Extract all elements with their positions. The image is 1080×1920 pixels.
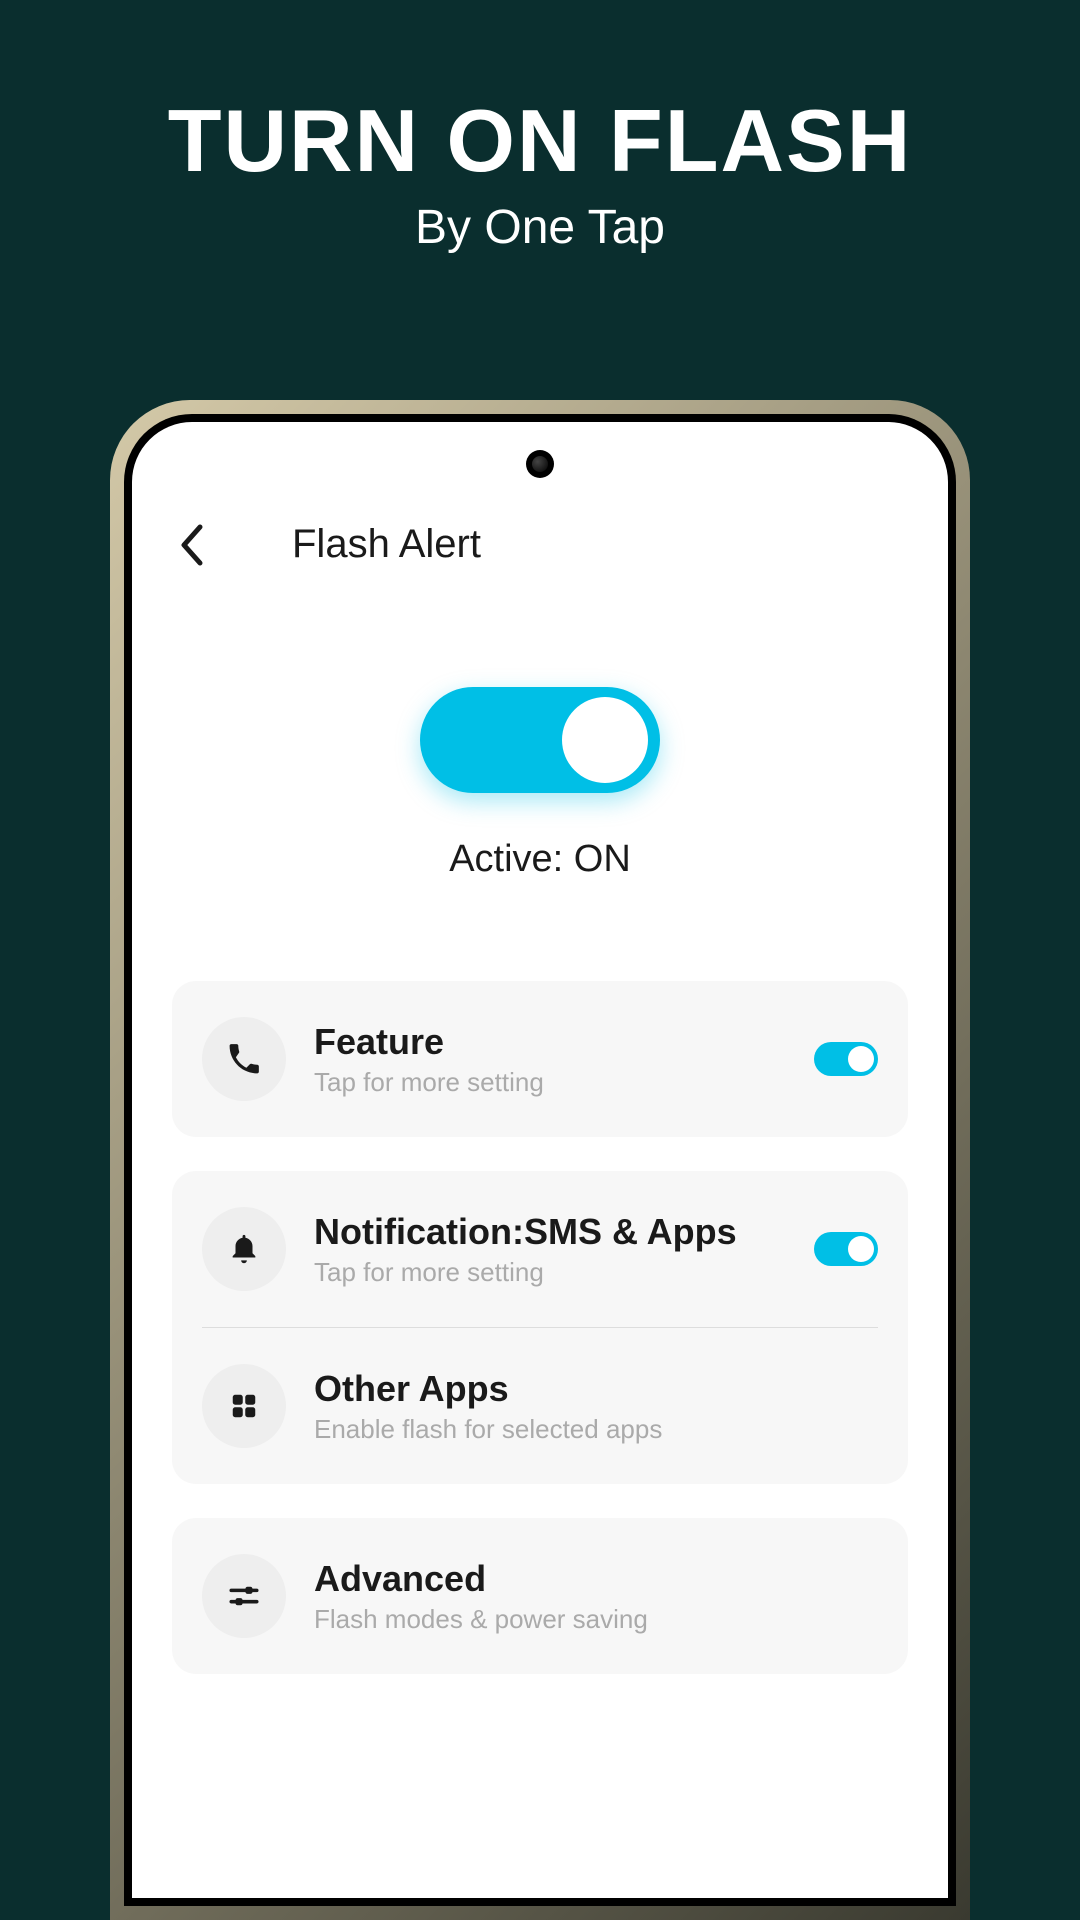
item-body: Notification:SMS & Apps Tap for more set… <box>314 1211 786 1288</box>
item-body: Feature Tap for more setting <box>314 1021 786 1098</box>
main-toggle[interactable] <box>420 687 660 793</box>
item-body: Other Apps Enable flash for selected app… <box>314 1368 878 1445</box>
item-title: Feature <box>314 1021 786 1063</box>
chevron-left-icon <box>178 523 206 567</box>
icon-circle <box>202 1017 286 1101</box>
phone-frame: Flash Alert Active: ON <box>110 400 970 1920</box>
page-title: Flash Alert <box>292 522 481 567</box>
grid-icon <box>229 1391 259 1421</box>
item-body: Advanced Flash modes & power saving <box>314 1558 878 1635</box>
screen: Flash Alert Active: ON <box>132 422 948 1898</box>
hero-subtitle: By One Tap <box>0 200 1080 255</box>
sliders-icon <box>227 1579 261 1613</box>
settings-card: Notification:SMS & Apps Tap for more set… <box>172 1171 908 1484</box>
camera-punch-hole <box>526 450 554 478</box>
settings-card: Feature Tap for more setting <box>172 981 908 1137</box>
item-title: Advanced <box>314 1558 878 1600</box>
back-button[interactable] <box>172 525 212 565</box>
main-toggle-knob <box>562 697 648 783</box>
main-toggle-section: Active: ON <box>172 687 908 881</box>
phone-inner: Flash Alert Active: ON <box>124 414 956 1906</box>
icon-circle <box>202 1207 286 1291</box>
phone-icon <box>226 1041 262 1077</box>
icon-circle <box>202 1554 286 1638</box>
list-item-advanced[interactable]: Advanced Flash modes & power saving <box>172 1518 908 1674</box>
hero-title: TURN ON FLASH <box>0 90 1080 192</box>
settings-card: Advanced Flash modes & power saving <box>172 1518 908 1674</box>
bell-icon <box>227 1232 261 1266</box>
item-subtitle: Tap for more setting <box>314 1257 786 1288</box>
toggle-knob <box>848 1236 874 1262</box>
list-item-other-apps[interactable]: Other Apps Enable flash for selected app… <box>172 1328 908 1484</box>
notification-toggle[interactable] <box>814 1232 878 1266</box>
item-subtitle: Enable flash for selected apps <box>314 1414 878 1445</box>
active-status-label: Active: ON <box>172 838 908 881</box>
feature-toggle[interactable] <box>814 1042 878 1076</box>
item-title: Other Apps <box>314 1368 878 1410</box>
icon-circle <box>202 1364 286 1448</box>
item-title: Notification:SMS & Apps <box>314 1211 786 1253</box>
hero: TURN ON FLASH By One Tap <box>0 0 1080 255</box>
toggle-knob <box>848 1046 874 1072</box>
list-item-feature[interactable]: Feature Tap for more setting <box>172 981 908 1137</box>
header: Flash Alert <box>172 522 908 567</box>
item-subtitle: Flash modes & power saving <box>314 1604 878 1635</box>
item-subtitle: Tap for more setting <box>314 1067 786 1098</box>
list-item-notification[interactable]: Notification:SMS & Apps Tap for more set… <box>172 1171 908 1327</box>
